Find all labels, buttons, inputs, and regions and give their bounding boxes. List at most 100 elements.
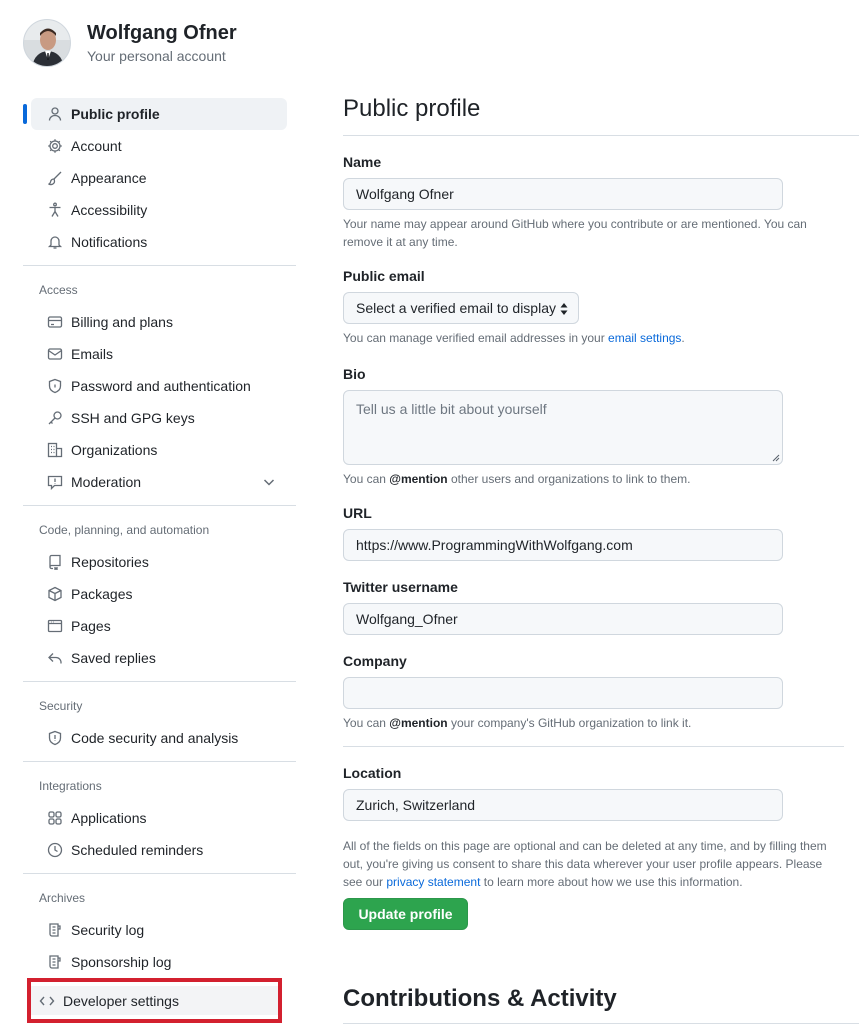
sidebar-item-label: Applications <box>71 810 147 826</box>
email-settings-link[interactable]: email settings <box>608 331 681 345</box>
bio-field[interactable]: Tell us a little bit about yourself <box>343 390 783 465</box>
sidebar-item-label: Security log <box>71 922 145 938</box>
sidebar-item-label: Appearance <box>71 170 147 186</box>
name-field[interactable]: Wolfgang Ofner <box>343 178 783 210</box>
section-divider <box>343 746 844 747</box>
sidebar-item-label: Organizations <box>71 442 158 458</box>
repo-icon <box>47 554 63 570</box>
public-email-note: You can manage verified email addresses … <box>343 331 685 345</box>
code-icon <box>39 993 55 1009</box>
chevron-down-icon[interactable] <box>261 474 277 490</box>
mail-icon <box>47 346 63 362</box>
sidebar-item-label: Password and authentication <box>71 378 251 394</box>
url-label: URL <box>343 505 372 521</box>
sidebar-item-password[interactable]: Password and authentication <box>31 370 287 402</box>
sidebar-item-label: Saved replies <box>71 650 156 666</box>
sidebar-item-scheduled-reminders[interactable]: Scheduled reminders <box>31 834 287 866</box>
report-icon <box>47 474 63 490</box>
sidebar-item-label: Code security and analysis <box>71 730 239 746</box>
paintbrush-icon <box>47 170 63 186</box>
sidebar-item-security-log[interactable]: Security log <box>31 914 287 946</box>
sidebar-heading-archives: Archives <box>39 891 86 905</box>
sidebar-heading-access: Access <box>39 283 78 297</box>
select-arrows-icon <box>559 302 569 316</box>
sidebar-item-developer-settings[interactable]: Developer settings <box>27 978 282 1023</box>
sidebar-item-label: Scheduled reminders <box>71 842 204 858</box>
company-label: Company <box>343 653 407 669</box>
person-icon <box>47 106 63 122</box>
sidebar-divider <box>23 761 296 762</box>
privacy-note: All of the fields on this page are optio… <box>343 839 827 889</box>
avatar[interactable] <box>23 19 71 67</box>
sidebar-item-label: Pages <box>71 618 111 634</box>
bio-note: You can @mention other users and organiz… <box>343 472 691 486</box>
sidebar-item-label: Developer settings <box>63 992 179 1009</box>
reply-icon <box>47 650 63 666</box>
location-field[interactable]: Zurich, Switzerland <box>343 789 783 821</box>
sidebar-item-public-profile[interactable]: Public profile <box>23 98 287 130</box>
twitter-field[interactable]: Wolfgang_Ofner <box>343 603 783 635</box>
shield-icon <box>47 730 63 746</box>
public-email-label: Public email <box>343 268 425 284</box>
sidebar-item-billing[interactable]: Billing and plans <box>31 306 287 338</box>
sidebar-item-appearance[interactable]: Appearance <box>31 162 287 194</box>
browser-icon <box>47 618 63 634</box>
sidebar-divider <box>23 505 296 506</box>
company-field[interactable] <box>343 677 783 709</box>
resize-grip-icon[interactable] <box>772 454 780 462</box>
apps-icon <box>47 810 63 826</box>
sidebar-item-label: Moderation <box>71 474 142 490</box>
sidebar-item-ssh-gpg[interactable]: SSH and GPG keys <box>31 402 287 434</box>
contributions-heading: Contributions & Activity <box>343 985 617 1012</box>
sidebar-item-account[interactable]: Account <box>31 130 287 162</box>
sidebar-heading-security: Security <box>39 699 83 713</box>
account-name: Wolfgang Ofner <box>87 22 237 44</box>
sidebar-item-label: Notifications <box>71 234 148 250</box>
sidebar-item-accessibility[interactable]: Accessibility <box>31 194 287 226</box>
url-field[interactable]: https://www.ProgrammingWithWolfgang.com <box>343 529 783 561</box>
sidebar-item-label: Public profile <box>71 106 160 122</box>
sidebar-item-emails[interactable]: Emails <box>31 338 287 370</box>
sidebar-item-label: Repositories <box>71 554 149 570</box>
sidebar-item-label: Emails <box>71 346 114 362</box>
sidebar-divider <box>23 681 296 682</box>
package-icon <box>47 586 63 602</box>
credit-card-icon <box>47 314 63 330</box>
company-note: You can @mention your company's GitHub o… <box>343 716 692 730</box>
sidebar-item-organizations[interactable]: Organizations <box>31 434 287 466</box>
sidebar-item-label: Accessibility <box>71 202 148 218</box>
name-note: Your name may appear around GitHub where… <box>343 217 807 249</box>
sidebar-item-label: Packages <box>71 586 133 602</box>
clock-icon <box>47 842 63 858</box>
sidebar-item-code-security[interactable]: Code security and analysis <box>31 722 287 754</box>
sidebar-item-notifications[interactable]: Notifications <box>31 226 287 258</box>
twitter-label: Twitter username <box>343 579 458 595</box>
sidebar-divider <box>23 265 296 266</box>
sidebar-item-sponsorship-log[interactable]: Sponsorship log <box>31 946 287 978</box>
key-icon <box>47 410 63 426</box>
log-icon <box>47 922 63 938</box>
sidebar-heading-code: Code, planning, and automation <box>39 523 210 537</box>
name-label: Name <box>343 154 382 170</box>
sidebar-item-applications[interactable]: Applications <box>31 802 287 834</box>
public-email-select[interactable]: Select a verified email to display <box>343 292 579 324</box>
sidebar-item-pages[interactable]: Pages <box>31 610 287 642</box>
sidebar-item-saved-replies[interactable]: Saved replies <box>31 642 287 674</box>
sidebar-item-packages[interactable]: Packages <box>31 578 287 610</box>
sidebar-item-repositories[interactable]: Repositories <box>31 546 287 578</box>
organization-icon <box>47 442 63 458</box>
update-profile-button[interactable]: Update profile <box>343 898 468 930</box>
shield-lock-icon <box>47 378 63 394</box>
sidebar-item-label: Account <box>71 138 122 154</box>
sidebar-item-label: SSH and GPG keys <box>71 410 195 426</box>
bio-label: Bio <box>343 366 366 382</box>
log-icon <box>47 954 63 970</box>
contributions-divider <box>343 1023 859 1024</box>
sidebar-item-label: Sponsorship log <box>71 954 172 970</box>
gear-icon <box>47 138 63 154</box>
bell-icon <box>47 234 63 250</box>
privacy-statement-link[interactable]: privacy statement <box>386 875 480 889</box>
sidebar-item-moderation[interactable]: Moderation <box>31 466 287 498</box>
sidebar-heading-integrations: Integrations <box>39 779 102 793</box>
bio-placeholder: Tell us a little bit about yourself <box>356 401 547 417</box>
